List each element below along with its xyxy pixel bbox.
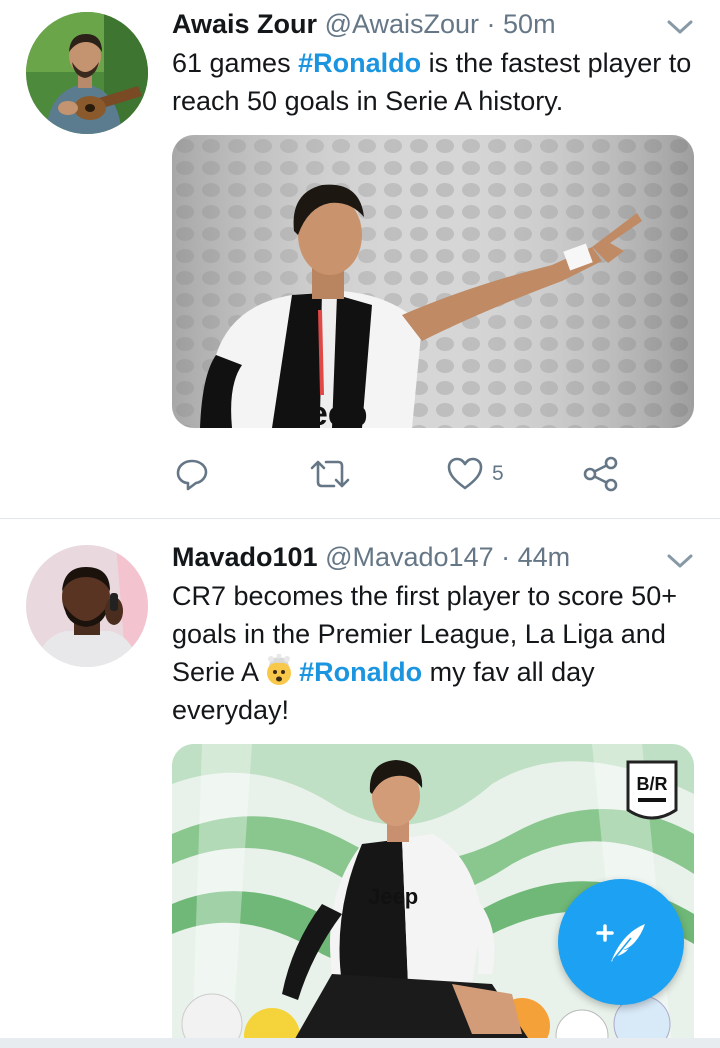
timestamp[interactable]: 50m — [503, 9, 556, 39]
separator: · — [479, 9, 504, 39]
tweet-image[interactable]: Jeep — [172, 135, 694, 428]
retweet-button[interactable] — [308, 452, 352, 496]
avatar[interactable] — [26, 12, 148, 134]
heart-icon — [446, 456, 484, 492]
br-logo-text: B/R — [637, 774, 668, 794]
tweet-text-part: 61 games — [172, 48, 299, 78]
exploding-head-emoji — [263, 653, 295, 686]
compose-button[interactable] — [558, 879, 684, 1005]
tweet-text: CR7 becomes the first player to score 50… — [172, 577, 702, 729]
tweet-text: 61 games #Ronaldo is the fastest player … — [172, 44, 702, 120]
tweet[interactable]: Awais Zour @AwaisZour · 50m 61 games #Ro… — [0, 0, 720, 518]
hashtag-link[interactable]: #Ronaldo — [299, 657, 422, 687]
like-button[interactable]: 5 — [446, 452, 504, 496]
handle[interactable]: @Mavado147 — [325, 542, 494, 572]
chevron-down-icon[interactable] — [666, 17, 694, 37]
tweet-actions: 5 — [172, 452, 694, 496]
share-button[interactable] — [582, 452, 620, 496]
sponsor-text: Jeep — [290, 395, 368, 428]
tweet-header: Awais Zour @AwaisZour · 50m — [172, 6, 640, 42]
avatar[interactable] — [26, 545, 148, 667]
retweet-icon — [308, 456, 352, 492]
bottom-edge — [0, 1038, 720, 1048]
hashtag-link[interactable]: #Ronaldo — [298, 48, 421, 78]
handle[interactable]: @AwaisZour — [325, 9, 479, 39]
like-count: 5 — [492, 462, 504, 485]
chevron-down-icon[interactable] — [666, 551, 694, 571]
share-icon — [582, 455, 620, 493]
reply-button[interactable] — [174, 452, 210, 496]
separator: · — [493, 542, 518, 572]
compose-feather-icon — [591, 910, 651, 975]
reply-icon — [174, 456, 210, 492]
sponsor-text: Jeep — [368, 884, 418, 909]
timestamp[interactable]: 44m — [518, 542, 571, 572]
tweet-header: Mavado101 @Mavado147 · 44m — [172, 539, 640, 575]
br-logo: B/R — [626, 760, 678, 820]
display-name[interactable]: Awais Zour — [172, 9, 317, 39]
display-name[interactable]: Mavado101 — [172, 542, 318, 572]
